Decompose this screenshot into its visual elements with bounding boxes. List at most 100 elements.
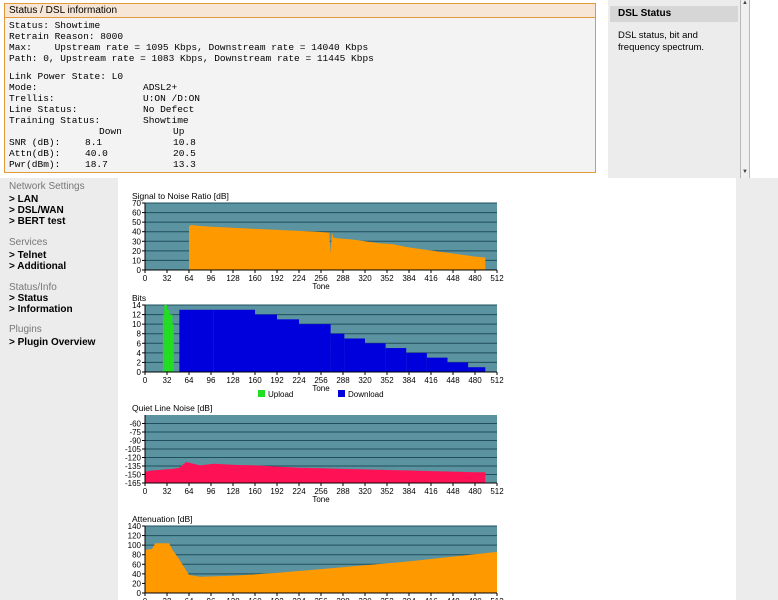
status-line: Max: Upstream rate = 1095 Kbps, Downstre… [9,42,369,53]
nav-item-plugin-overview[interactable]: > Plugin Overview [9,337,95,348]
status-text-body: Status: Showtime Retrain Reason: 8000 Max:… [5,18,595,172]
x-tick-label: 384 [402,487,416,496]
y-tick-label: 0 [137,589,142,598]
nav-item-dsl-wan[interactable]: > DSL/WAN [9,205,64,216]
x-tick-label: 320 [358,274,372,283]
x-tick-label: 512 [490,274,504,283]
y-tick-label: 60 [132,560,141,569]
status-line: 10.8 [173,137,196,148]
bits-bar [255,314,277,372]
status-line: Trellis: [9,93,55,104]
status-line: Mode: [9,82,38,93]
y-tick-label: 10 [132,256,141,265]
chart-title: Signal to Noise Ratio [dB] [132,191,229,201]
x-tick-label: 512 [490,487,504,496]
y-tick-label: 0 [137,368,142,377]
y-tick-label: 20 [132,579,141,588]
bits-bar [167,309,170,372]
bits-bar [172,324,174,372]
x-tick-label: 480 [468,376,482,385]
x-tick-label: 128 [226,376,240,385]
x-tick-label: 32 [163,487,172,496]
x-tick-label: 288 [336,487,350,496]
bits-bar [277,319,299,372]
status-line: 8.1 [85,137,103,148]
status-line: ADSL2+ [143,82,178,93]
x-tick-label: 128 [226,487,240,496]
status-line: Showtime [143,115,189,126]
x-tick-label: 352 [380,487,394,496]
help-title: DSL Status [610,6,738,22]
status-line: 20.5 [173,148,196,159]
x-tick-label: 192 [270,274,284,283]
right-strip [736,178,778,600]
x-tick-label: 224 [292,376,306,385]
x-tick-label: 96 [207,274,216,283]
help-scrollbar[interactable]: ▲ ▼ [740,0,750,178]
y-tick-label: 100 [128,541,142,550]
x-tick-label: 192 [270,376,284,385]
bits-bar [447,362,469,372]
x-tick-label: 320 [358,376,372,385]
nav-item-additional[interactable]: > Additional [9,261,66,272]
y-tick-label: 14 [132,301,141,310]
nav-item-status[interactable]: > Status [9,293,48,304]
y-tick-label: -165 [125,479,142,488]
x-tick-label: 64 [185,487,194,496]
status-line: Status: Showtime [9,20,101,31]
legend-swatch [258,390,265,397]
status-line: Path: 0, Upstream rate = 1083 Kbps, Down… [9,53,374,64]
y-tick-label: 2 [137,358,142,367]
x-tick-label: 512 [490,376,504,385]
bits-bar [169,314,173,372]
x-tick-label: 128 [226,274,240,283]
x-tick-label: 160 [248,274,262,283]
x-tick-label: 0 [143,376,148,385]
x-tick-label: 352 [380,376,394,385]
nav-heading: Plugins [9,324,42,335]
scroll-down-icon[interactable]: ▼ [741,169,749,176]
status-line: Down [99,126,122,137]
x-tick-label: 416 [424,274,438,283]
dsl-charts: Signal to Noise Ratio [dB] 0 10 20 30 40 50 60 7… [118,178,736,600]
y-tick-label: 12 [132,311,141,320]
y-tick-label: 0 [137,266,142,275]
x-tick-label: 352 [380,274,394,283]
legend-label: Upload [268,390,293,399]
status-line: U:ON /D:ON [143,93,201,104]
bits-bar [406,352,427,372]
nav-heading: Services [9,237,48,248]
dsl-status-panel: Status / DSL information Status: Showtim… [4,3,596,173]
nav-item-lan[interactable]: > LAN [9,194,38,205]
y-tick-label: 70 [132,199,141,208]
nav-heading: Network Settings [9,181,85,192]
status-line: 13.3 [173,159,196,170]
nav-item-telnet[interactable]: > Telnet [9,250,46,261]
x-tick-label: 96 [207,376,216,385]
nav-item-information[interactable]: > Information [9,304,73,315]
y-tick-label: 140 [128,522,142,531]
x-axis-label: Tone [312,282,330,291]
bits-bar [299,324,321,372]
y-tick-label: 8 [137,330,142,339]
status-line: Up [173,126,185,137]
x-tick-label: 480 [468,487,482,496]
status-line: Attn(dB): [9,148,61,159]
chart-title: Attenuation [dB] [132,514,193,524]
y-tick-label: 20 [132,247,141,256]
x-tick-label: 0 [143,487,148,496]
bits-bar [213,309,255,372]
x-tick-label: 32 [163,376,172,385]
y-tick-label: 60 [132,209,141,218]
bits-bar [164,305,167,372]
x-tick-label: 160 [248,487,262,496]
x-tick-label: 288 [336,274,350,283]
nav-heading: Status/Info [9,282,57,293]
y-tick-label: 50 [132,218,141,227]
y-tick-label: 6 [137,339,142,348]
nav-item-bert-test[interactable]: > BERT test [9,216,65,227]
bits-bar [344,338,365,372]
x-tick-label: 320 [358,487,372,496]
scroll-up-icon[interactable]: ▲ [741,0,749,7]
status-line: SNR (dB): [9,137,61,148]
